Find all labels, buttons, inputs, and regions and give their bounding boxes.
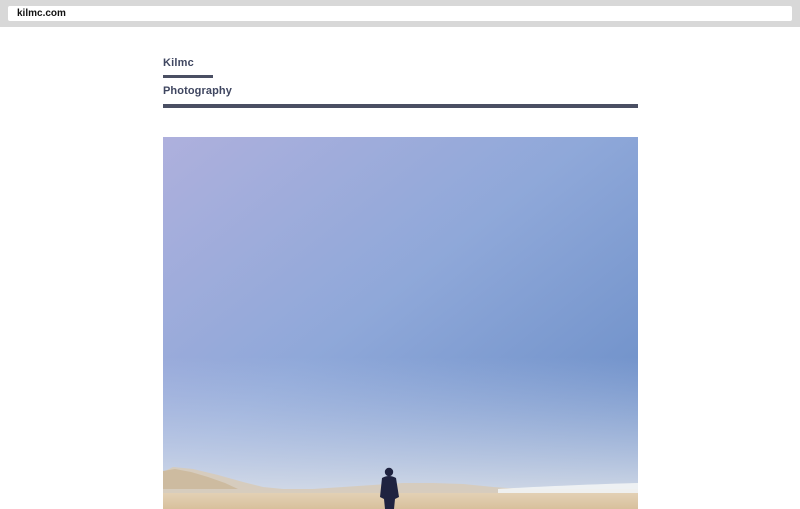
site-title[interactable]: Kilmc <box>163 57 194 69</box>
beach-photo-image <box>163 137 638 509</box>
page: Kilmc Photography <box>0 27 800 509</box>
site-title-underline <box>163 75 213 78</box>
nav-link-photography[interactable]: Photography <box>163 85 232 97</box>
hero-photo[interactable] <box>163 137 638 509</box>
browser-chrome: kilmc.com <box>0 0 800 27</box>
address-bar[interactable]: kilmc.com <box>8 6 792 21</box>
nav-divider <box>163 104 638 108</box>
